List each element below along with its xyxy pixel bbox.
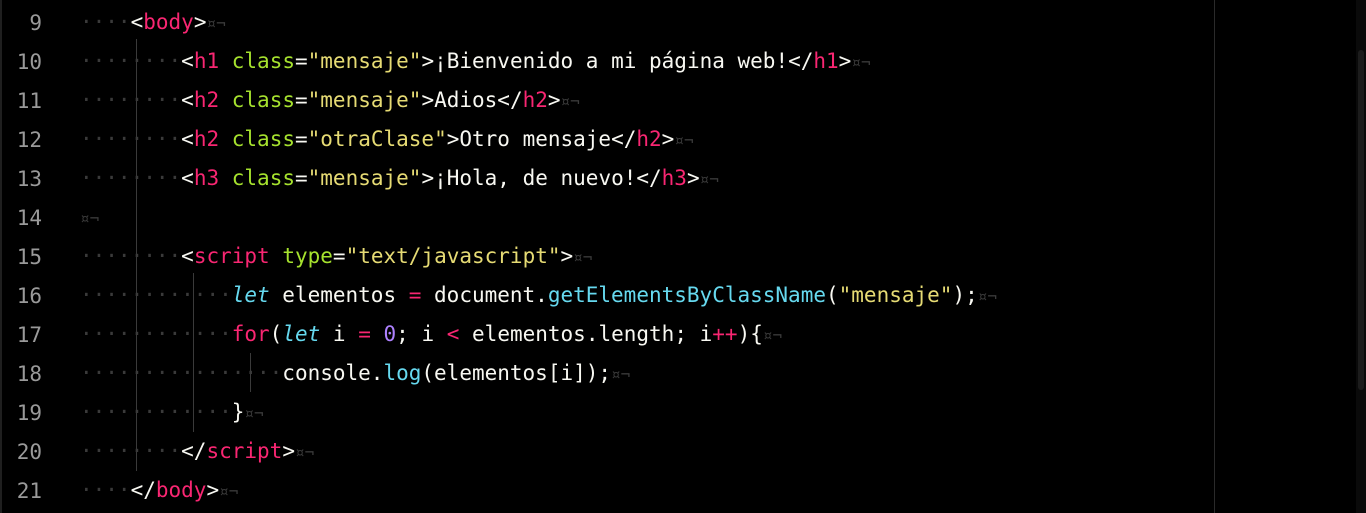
code-text[interactable]: ············for(let i = 0; i < elementos…: [80, 315, 782, 354]
code-line[interactable]: 13 ········<h3 class="mensaje">¡Hola, de …: [0, 159, 1214, 198]
code-content: }: [231, 400, 245, 424]
code-content: <h1 class="mensaje">¡Bienvenido a mi pág…: [181, 49, 852, 73]
code-line[interactable]: 12 ········<h2 class="otraClase">Otro men…: [0, 120, 1214, 159]
code-text[interactable]: ················console.log(elementos[i]…: [80, 354, 630, 393]
code-content: <body>: [130, 10, 207, 34]
code-content: for(let i = 0; i < elementos.length; i++…: [231, 322, 763, 346]
code-text[interactable]: ········</script>¤¬: [80, 432, 314, 471]
line-number: 16: [16, 283, 42, 308]
line-number: 13: [16, 166, 42, 191]
line-number: 11: [16, 88, 42, 113]
column-ruler: [1214, 0, 1215, 513]
eol-marker: ¤¬: [560, 92, 580, 111]
eol-marker: ¤¬: [80, 209, 100, 228]
whitespace-markers: ········: [80, 127, 182, 151]
code-line[interactable]: 19 ············}¤¬: [0, 393, 1214, 432]
code-text[interactable]: ········<h3 class="mensaje">¡Hola, de nu…: [80, 159, 719, 198]
code-content: </body>: [130, 478, 220, 502]
eol-marker: ¤¬: [611, 365, 631, 384]
code-line[interactable]: 14 ¤¬: [0, 198, 1214, 237]
code-text[interactable]: ········<h1 class="mensaje">¡Bienvenido …: [80, 42, 871, 81]
whitespace-markers: ················: [80, 361, 283, 385]
eol-marker: ¤¬: [573, 248, 593, 267]
code-text[interactable]: ¤¬: [80, 198, 99, 237]
code-content: <script type="text/javascript">: [181, 244, 574, 268]
code-content: <h2 class="mensaje">Adios</h2>: [181, 88, 561, 112]
code-text[interactable]: ········<h2 class="otraClase">Otro mensa…: [80, 120, 694, 159]
whitespace-markers: ········: [80, 49, 182, 73]
code-text[interactable]: ····</body>¤¬: [80, 471, 238, 510]
code-content: </script>: [181, 439, 295, 463]
eol-marker: ¤¬: [219, 482, 239, 501]
code-line[interactable]: 18 ················console.log(elementos[…: [0, 354, 1214, 393]
scrollbar-thumb[interactable]: [1358, 50, 1364, 390]
line-number: 10: [16, 49, 42, 74]
code-line[interactable]: 20 ········</script>¤¬: [0, 432, 1214, 471]
whitespace-markers: ····: [80, 478, 131, 502]
whitespace-markers: ········: [80, 88, 182, 112]
line-number: 19: [16, 400, 42, 425]
code-line[interactable]: 9 ····<body>¤¬: [0, 3, 1214, 42]
line-number: 12: [16, 127, 42, 152]
eol-marker: ¤¬: [762, 326, 783, 345]
eol-marker: ¤¬: [206, 14, 226, 33]
line-number: 14: [16, 205, 42, 230]
code-content: let elementos = document.getElementsByCl…: [231, 283, 978, 307]
eol-marker: ¤¬: [851, 53, 871, 72]
code-content: console.log(elementos[i]);: [282, 361, 612, 385]
whitespace-markers: ········: [80, 244, 182, 268]
whitespace-markers: ········: [80, 439, 182, 463]
whitespace-markers: ············: [80, 400, 232, 424]
code-line[interactable]: 21 ····</body>¤¬: [0, 471, 1214, 510]
eol-marker: ¤¬: [699, 170, 719, 189]
code-text[interactable]: ········<h2 class="mensaje">Adios</h2>¤¬: [80, 81, 580, 120]
code-line[interactable]: 17 ············for(let i = 0; i < element…: [0, 315, 1214, 354]
whitespace-markers: ············: [80, 322, 232, 346]
eol-marker: ¤¬: [294, 443, 315, 462]
code-text[interactable]: ············let elementos = document.get…: [80, 276, 997, 315]
line-number: 20: [16, 439, 42, 464]
eol-marker: ¤¬: [977, 287, 997, 306]
code-line[interactable]: 10 ········<h1 class="mensaje">¡Bienvenid…: [0, 42, 1214, 81]
line-number: 15: [16, 244, 42, 269]
code-text[interactable]: ····<body>¤¬: [80, 3, 226, 42]
whitespace-markers: ············: [80, 283, 232, 307]
vertical-scrollbar[interactable]: [1356, 0, 1366, 513]
line-number: 21: [16, 478, 42, 503]
code-editor[interactable]: 9 ····<body>¤¬ 10 ········<h1 class="mensaj…: [0, 0, 1366, 513]
code-content: <h3 class="mensaje">¡Hola, de nuevo!</h3…: [181, 166, 700, 190]
code-line[interactable]: 16 ············let elementos = document.g…: [0, 276, 1214, 315]
code-content: <h2 class="otraClase">Otro mensaje</h2>: [181, 127, 675, 151]
code-text[interactable]: ········<script type="text/javascript">¤…: [80, 237, 592, 276]
line-number: 9: [29, 10, 42, 35]
line-number: 17: [16, 322, 42, 347]
code-line[interactable]: 15 ········<script type="text/javascript"…: [0, 237, 1214, 276]
eol-marker: ¤¬: [244, 404, 264, 423]
whitespace-markers: ····: [80, 10, 131, 34]
code-text[interactable]: ············}¤¬: [80, 393, 264, 432]
code-line[interactable]: 11 ········<h2 class="mensaje">Adios</h2>…: [0, 81, 1214, 120]
line-number: 18: [16, 361, 42, 386]
eol-marker: ¤¬: [674, 131, 694, 150]
whitespace-markers: ········: [80, 166, 182, 190]
